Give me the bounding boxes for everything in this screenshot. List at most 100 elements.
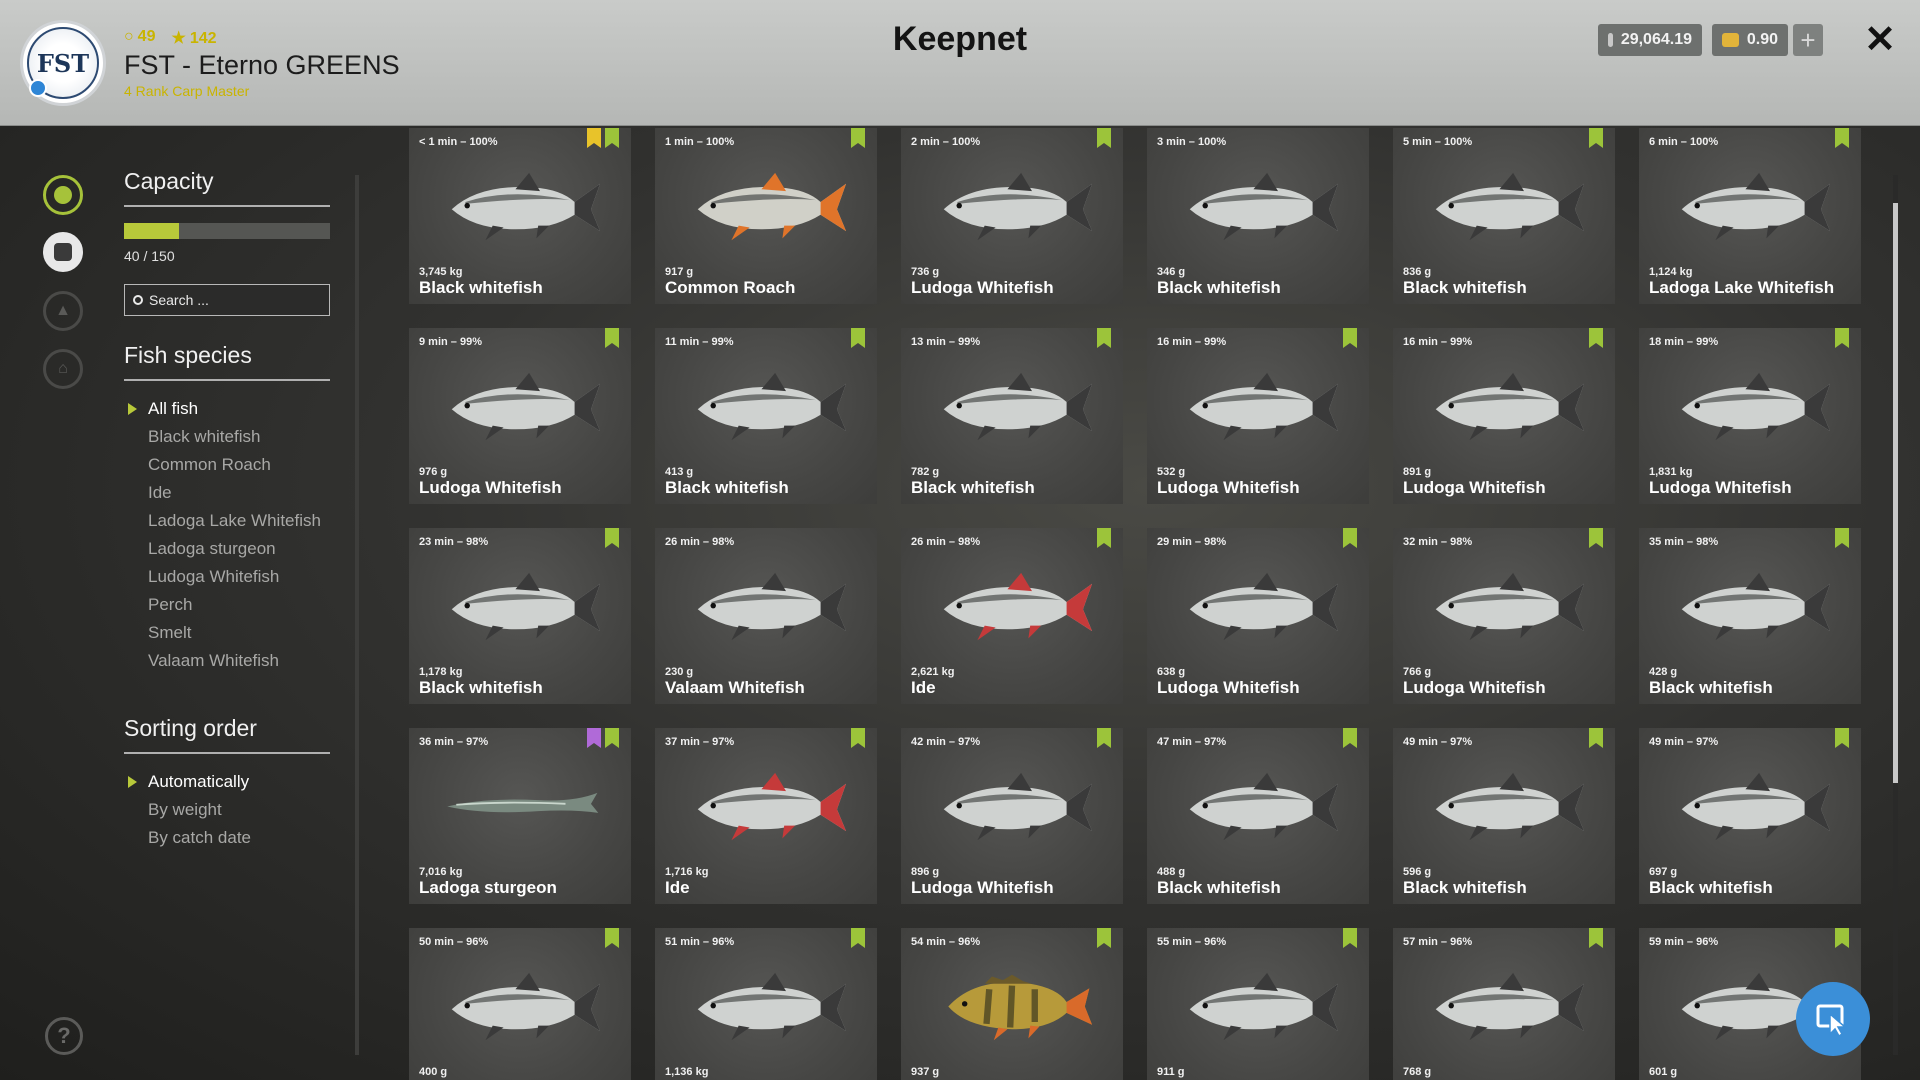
add-gold-button[interactable]: + — [1793, 24, 1823, 56]
green-bookmark-icon[interactable] — [1343, 328, 1357, 348]
green-bookmark-icon[interactable] — [851, 928, 865, 948]
scrollbar-thumb[interactable] — [1893, 203, 1898, 783]
green-bookmark-icon[interactable] — [1343, 728, 1357, 748]
fish-weight: 638 g — [1157, 666, 1186, 678]
sort-option-item[interactable]: By catch date — [124, 824, 330, 852]
camp-tab-icon[interactable]: ▲ — [43, 291, 83, 331]
star-icon: ★ — [171, 30, 186, 47]
fish-weight: 596 g — [1403, 866, 1432, 878]
green-bookmark-icon[interactable] — [1835, 528, 1849, 548]
green-bookmark-icon[interactable] — [1097, 328, 1111, 348]
green-bookmark-icon[interactable] — [605, 328, 619, 348]
green-bookmark-icon[interactable] — [851, 728, 865, 748]
species-filter-item[interactable]: Ladoga Lake Whitefish — [124, 507, 330, 535]
green-bookmark-icon[interactable] — [1835, 128, 1849, 148]
fish-weight: 1,831 kg — [1649, 466, 1693, 478]
green-bookmark-icon[interactable] — [605, 928, 619, 948]
green-bookmark-icon[interactable] — [1589, 728, 1603, 748]
fish-card[interactable]: 6 min – 100% 1,124 kg Ladoga Lake Whitefis… — [1639, 128, 1861, 304]
fish-card[interactable]: 11 min – 99% 413 g Black whitefish — [655, 328, 877, 504]
fish-card[interactable]: 57 min – 96% 768 g — [1393, 928, 1615, 1080]
fish-card[interactable]: 35 min – 98% 428 g Black whitefish — [1639, 528, 1861, 704]
fish-card[interactable]: 50 min – 96% 400 g — [409, 928, 631, 1080]
green-bookmark-icon[interactable] — [1835, 728, 1849, 748]
fish-card[interactable]: 18 min – 99% 1,831 kg Ludoga Whitefish — [1639, 328, 1861, 504]
green-bookmark-icon[interactable] — [1343, 528, 1357, 548]
sort-option-item[interactable]: By weight — [124, 796, 330, 824]
fish-card[interactable]: 3 min – 100% 346 g Black whitefish — [1147, 128, 1369, 304]
fish-card[interactable]: 26 min – 98% 230 g Valaam Whitefish — [655, 528, 877, 704]
search-input[interactable] — [149, 292, 299, 308]
fish-card[interactable]: 42 min – 97% 896 g Ludoga Whitefish — [901, 728, 1123, 904]
fish-card[interactable]: < 1 min – 100% 3,745 kg Black whitefish — [409, 128, 631, 304]
purple-bookmark-icon[interactable] — [587, 728, 601, 748]
fish-name: Black whitefish — [1403, 278, 1527, 297]
level-stat: ○ 49 — [124, 28, 155, 48]
green-bookmark-icon[interactable] — [1097, 128, 1111, 148]
species-filter-item[interactable]: Perch — [124, 591, 330, 619]
species-filter-item[interactable]: Black whitefish — [124, 423, 330, 451]
fish-card[interactable]: 49 min – 97% 596 g Black whitefish — [1393, 728, 1615, 904]
species-filter-item[interactable]: Ladoga sturgeon — [124, 535, 330, 563]
whitefish-fish-icon — [1681, 572, 1831, 641]
fish-weight: 532 g — [1157, 466, 1186, 478]
fish-name: Black whitefish — [1403, 878, 1527, 897]
catch-time-freshness: 16 min – 99% — [1157, 336, 1227, 348]
cursor-mode-button[interactable] — [1796, 982, 1870, 1056]
species-filter-item[interactable]: Ludoga Whitefish — [124, 563, 330, 591]
fish-card[interactable]: 32 min – 98% 766 g Ludoga Whitefish — [1393, 528, 1615, 704]
green-bookmark-icon[interactable] — [1097, 528, 1111, 548]
fish-card[interactable]: 16 min – 99% 891 g Ludoga Whitefish — [1393, 328, 1615, 504]
green-bookmark-icon[interactable] — [1097, 728, 1111, 748]
fish-name: Common Roach — [665, 278, 796, 297]
close-button[interactable]: ✕ — [1860, 18, 1900, 62]
green-bookmark-icon[interactable] — [605, 728, 619, 748]
fish-card[interactable]: 16 min – 99% 532 g Ludoga Whitefish — [1147, 328, 1369, 504]
green-bookmark-icon[interactable] — [1589, 128, 1603, 148]
scrollbar[interactable] — [1893, 175, 1898, 1055]
search-box[interactable] — [124, 284, 330, 316]
green-bookmark-icon[interactable] — [1343, 928, 1357, 948]
fish-card[interactable]: 29 min – 98% 638 g Ludoga Whitefish — [1147, 528, 1369, 704]
green-bookmark-icon[interactable] — [1589, 928, 1603, 948]
level-value: 49 — [137, 28, 156, 45]
fish-card[interactable]: 5 min – 100% 836 g Black whitefish — [1393, 128, 1615, 304]
green-bookmark-icon[interactable] — [605, 528, 619, 548]
fish-card[interactable]: 51 min – 96% 1,136 kg — [655, 928, 877, 1080]
fish-card[interactable]: 26 min – 98% 2,621 kg Ide — [901, 528, 1123, 704]
species-filter-item[interactable]: Common Roach — [124, 451, 330, 479]
capacity-bar — [124, 223, 330, 239]
fish-grid: < 1 min – 100% 3,745 kg Black whitefish 1 m… — [409, 128, 1864, 1080]
green-bookmark-icon[interactable] — [1589, 528, 1603, 548]
species-filter-item[interactable]: All fish — [124, 395, 330, 423]
fish-card[interactable]: 2 min – 100% 736 g Ludoga Whitefish — [901, 128, 1123, 304]
species-filter-item[interactable]: Ide — [124, 479, 330, 507]
fish-card[interactable]: 9 min – 99% 976 g Ludoga Whitefish — [409, 328, 631, 504]
whitefish-fish-icon — [1435, 172, 1585, 241]
fish-card[interactable]: 55 min – 96% 911 g — [1147, 928, 1369, 1080]
green-bookmark-icon[interactable] — [1097, 928, 1111, 948]
keepnet-tab-icon[interactable] — [43, 232, 83, 272]
green-bookmark-icon[interactable] — [605, 128, 619, 148]
green-bookmark-icon[interactable] — [1835, 328, 1849, 348]
sturgeon-fish-icon — [447, 792, 599, 813]
green-bookmark-icon[interactable] — [851, 328, 865, 348]
fish-card[interactable]: 49 min – 97% 697 g Black whitefish — [1639, 728, 1861, 904]
species-filter-item[interactable]: Valaam Whitefish — [124, 647, 330, 675]
green-bookmark-icon[interactable] — [851, 128, 865, 148]
green-bookmark-icon[interactable] — [1589, 328, 1603, 348]
help-icon[interactable]: ? — [45, 1017, 83, 1055]
fish-card[interactable]: 37 min – 97% 1,716 kg Ide — [655, 728, 877, 904]
fish-card[interactable]: 1 min – 100% 917 g Common Roach — [655, 128, 877, 304]
fish-card[interactable]: 13 min – 99% 782 g Black whitefish — [901, 328, 1123, 504]
fish-card[interactable]: 47 min – 97% 488 g Black whitefish — [1147, 728, 1369, 904]
home-tab-icon[interactable]: ⌂ — [43, 349, 83, 389]
fish-card[interactable]: 54 min – 96% 937 g — [901, 928, 1123, 1080]
yellow-bookmark-icon[interactable] — [587, 128, 601, 148]
fish-card[interactable]: 23 min – 98% 1,178 kg Black whitefish — [409, 528, 631, 704]
sort-option-item[interactable]: Automatically — [124, 768, 330, 796]
fish-card[interactable]: 36 min – 97% 7,016 kg Ladoga sturgeon — [409, 728, 631, 904]
green-bookmark-icon[interactable] — [1835, 928, 1849, 948]
species-filter-item[interactable]: Smelt — [124, 619, 330, 647]
fish-tab-icon[interactable] — [43, 175, 83, 215]
